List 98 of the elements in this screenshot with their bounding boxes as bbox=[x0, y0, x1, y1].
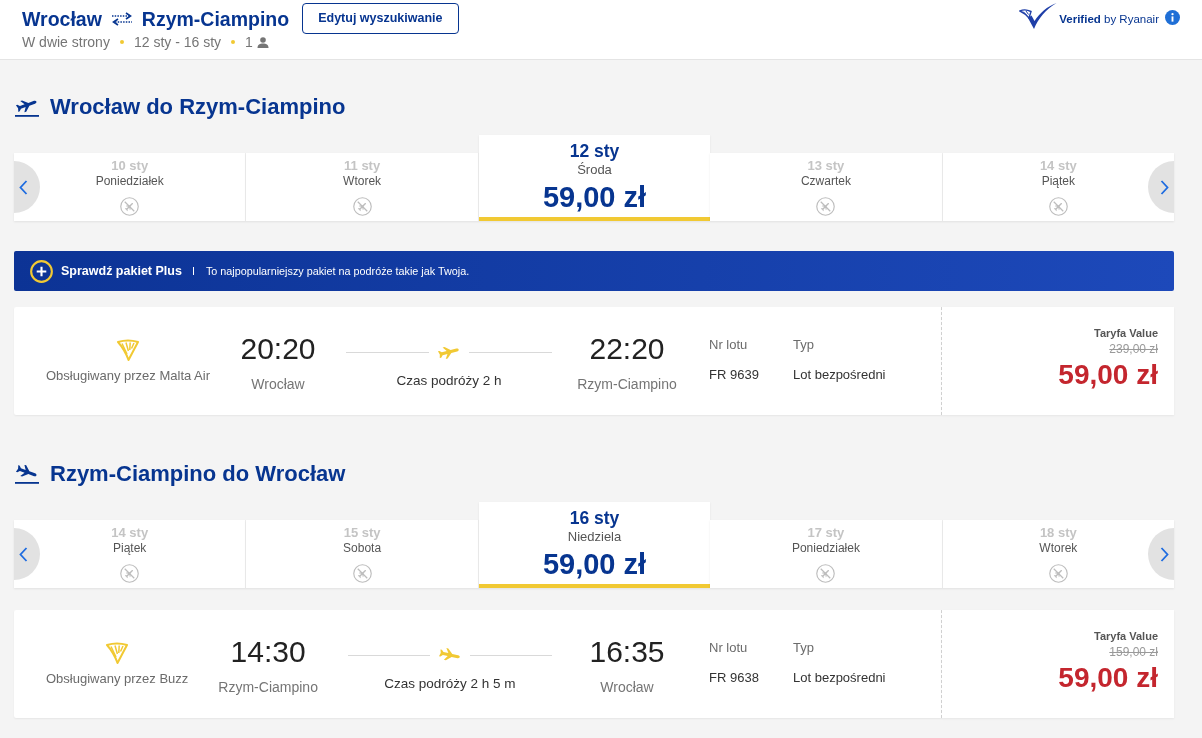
crossed-plane-icon bbox=[352, 564, 372, 583]
banner-text: To najpopularniejszy pakiet na podróże takie jak Twoja. bbox=[205, 263, 470, 279]
flight-number: FR 9639 bbox=[709, 367, 759, 383]
date-price: 59,00 zł bbox=[542, 181, 647, 213]
landing-plane-icon bbox=[14, 464, 40, 484]
date-price: 59,00 zł bbox=[542, 548, 647, 580]
section-title: Rzym-Ciampino do Wrocław bbox=[50, 460, 346, 488]
date-label: 13 sty bbox=[807, 158, 845, 174]
date-label: 14 sty bbox=[111, 525, 149, 541]
weekday-label: Niedziela bbox=[567, 529, 622, 545]
destination-city: Rzym-Ciampino bbox=[141, 6, 290, 32]
plane-icon bbox=[436, 344, 462, 360]
verified-check-icon bbox=[1019, 2, 1058, 30]
date-label: 15 sty bbox=[343, 525, 381, 541]
harp-icon bbox=[116, 339, 140, 361]
travel-dates-label: 12 sty - 16 sty bbox=[133, 33, 222, 51]
flight-type-label: Typ bbox=[793, 337, 814, 353]
trip-type-label: W dwie strony bbox=[22, 33, 110, 51]
date-tab[interactable]: 14 sty Piątek bbox=[14, 520, 247, 588]
arrival-time: 16:35 bbox=[589, 635, 665, 669]
flight-type-label: Typ bbox=[793, 640, 814, 656]
date-tab[interactable]: 18 sty Wtorek bbox=[942, 520, 1175, 588]
flight-number-label: Nr lotu bbox=[709, 337, 748, 353]
fare-panel[interactable]: Taryfa Value 159,00 zł 59,00 zł bbox=[942, 610, 1174, 718]
weekday-label: Piątek bbox=[1041, 174, 1075, 189]
crossed-plane-icon bbox=[1048, 197, 1068, 216]
flight-type: Lot bezpośredni bbox=[793, 670, 886, 686]
crossed-plane-icon bbox=[1048, 564, 1068, 583]
date-label: 18 sty bbox=[1039, 525, 1077, 541]
date-tab[interactable]: 15 sty Sobota bbox=[246, 520, 479, 588]
arrival-city: Wrocław bbox=[600, 678, 654, 696]
date-tab[interactable]: 16 sty Niedziela 59,00 zł bbox=[478, 502, 711, 588]
date-tab[interactable]: 12 sty Środa 59,00 zł bbox=[478, 135, 711, 221]
flight-number-label: Nr lotu bbox=[709, 640, 748, 656]
arrival-city: Rzym-Ciampino bbox=[577, 375, 677, 393]
departure-time: 14:30 bbox=[230, 635, 306, 669]
chevron-right-icon bbox=[1160, 179, 1169, 195]
operator-label: Obsługiwany przez Malta Air bbox=[46, 368, 210, 384]
fare-price: 59,00 zł bbox=[1058, 662, 1158, 694]
flight-card[interactable]: Obsługiwany przez Malta Air 20:20 Wrocław Czas podróży 2 h 22:20 Rzym-Ciampino Nr lotu FR 9639 Typ Lot bezpośredni bbox=[14, 307, 942, 415]
crossed-plane-icon bbox=[120, 564, 140, 583]
arrival-time: 22:20 bbox=[589, 332, 665, 366]
flight-type: Lot bezpośredni bbox=[793, 367, 886, 383]
chevron-right-icon bbox=[1160, 546, 1169, 562]
departure-time: 20:20 bbox=[240, 332, 316, 366]
bullet-icon bbox=[119, 40, 124, 44]
weekday-label: Piątek bbox=[113, 541, 147, 556]
weekday-label: Czwartek bbox=[800, 174, 851, 189]
weekday-label: Poniedziałek bbox=[95, 174, 164, 189]
date-tab[interactable]: 10 sty Poniedziałek bbox=[14, 153, 247, 221]
operator-label: Obsługiwany przez Buzz bbox=[46, 671, 189, 687]
fare-price: 59,00 zł bbox=[1058, 359, 1158, 391]
edit-search-button[interactable]: Edytuj wyszukiwanie bbox=[302, 3, 459, 34]
old-price: 239,00 zł bbox=[1109, 341, 1158, 357]
crossed-plane-icon bbox=[816, 197, 836, 216]
date-label: 11 sty bbox=[344, 158, 381, 174]
date-label: 14 sty bbox=[1039, 158, 1077, 174]
date-label: 16 sty bbox=[569, 507, 620, 529]
crossed-plane-icon bbox=[120, 197, 140, 216]
date-tab[interactable]: 17 sty Poniedziałek bbox=[710, 520, 943, 588]
weekday-label: Wtorek bbox=[343, 174, 382, 189]
date-label: 12 sty bbox=[569, 140, 620, 162]
flight-duration: Czas podróży 2 h bbox=[396, 373, 502, 389]
crossed-plane-icon bbox=[352, 197, 372, 216]
flight-card[interactable]: Obsługiwany przez Buzz 14:30 Rzym-Ciampino Czas podróży 2 h 5 m 16:35 Wrocław Nr lotu FR 9638 Typ Lot bezpośredni bbox=[14, 610, 942, 718]
bullet-icon bbox=[231, 40, 236, 44]
weekday-label: Sobota bbox=[343, 541, 382, 556]
swap-arrows-icon bbox=[109, 11, 134, 26]
fare-name: Taryfa Value bbox=[1094, 326, 1158, 340]
chevron-left-icon bbox=[19, 179, 28, 195]
date-tab[interactable]: 11 sty Wtorek bbox=[246, 153, 479, 221]
weekday-label: Środa bbox=[577, 162, 612, 178]
departure-city: Rzym-Ciampino bbox=[218, 678, 318, 696]
section-title: Wrocław do Rzym-Ciampino bbox=[50, 93, 346, 121]
plus-banner[interactable]: Sprawdź pakiet Plus To najpopularniejszy pakiet na podróże takie jak Twoja. bbox=[14, 251, 1174, 291]
plane-icon bbox=[436, 647, 463, 663]
flight-duration: Czas podróży 2 h 5 m bbox=[384, 676, 516, 692]
weekday-label: Wtorek bbox=[1039, 541, 1078, 556]
fare-name: Taryfa Value bbox=[1094, 629, 1158, 643]
date-tab[interactable]: 13 sty Czwartek bbox=[710, 153, 943, 221]
departure-city: Wrocław bbox=[251, 375, 305, 393]
harp-icon bbox=[105, 642, 130, 664]
origin-city: Wrocław bbox=[22, 6, 102, 32]
fare-panel[interactable]: Taryfa Value 239,00 zł 59,00 zł bbox=[942, 307, 1174, 415]
info-icon bbox=[1165, 10, 1180, 25]
passenger-count: 1 bbox=[245, 33, 253, 51]
crossed-plane-icon bbox=[816, 564, 836, 583]
plus-circle-icon bbox=[30, 259, 53, 283]
old-price: 159,00 zł bbox=[1109, 644, 1158, 660]
date-label: 10 sty bbox=[111, 158, 149, 174]
weekday-label: Poniedziałek bbox=[791, 541, 860, 556]
person-icon bbox=[256, 36, 269, 48]
date-tab[interactable]: 14 sty Piątek bbox=[942, 153, 1175, 221]
flight-number: FR 9638 bbox=[709, 670, 759, 686]
banner-title: Sprawdź pakiet Plus bbox=[61, 262, 182, 280]
date-label: 17 sty bbox=[807, 525, 845, 541]
chevron-left-icon bbox=[19, 546, 28, 562]
verified-label: Verified by Ryanair bbox=[1059, 12, 1159, 26]
